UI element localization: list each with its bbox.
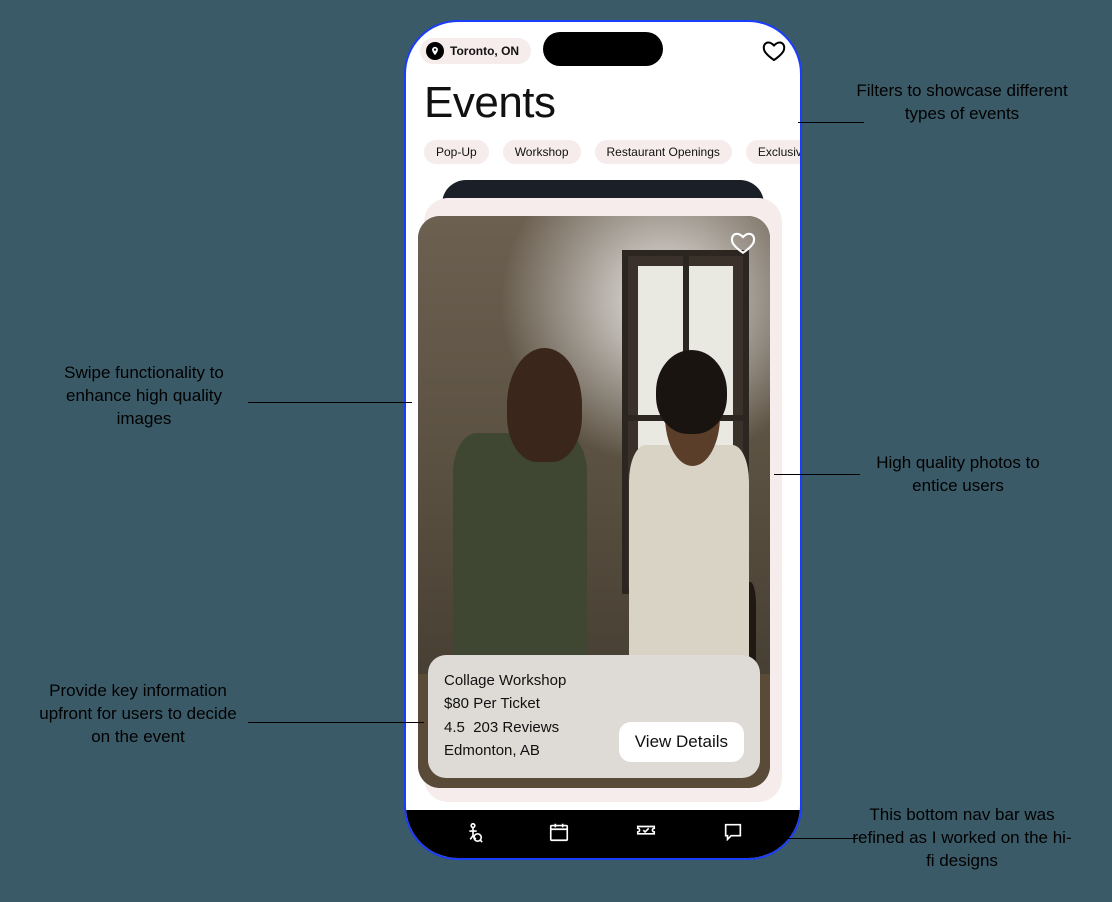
filter-chip[interactable]: Restaurant Openings	[595, 140, 732, 164]
event-info-panel: Collage Workshop $80 Per Ticket 4.5 203 …	[428, 655, 760, 778]
event-location: Edmonton, AB	[444, 739, 566, 762]
event-reviews: 203 Reviews	[473, 719, 559, 736]
filter-row[interactable]: Pop-Up Workshop Restaurant Openings Excl…	[424, 140, 800, 164]
nav-ticket-icon[interactable]	[634, 821, 658, 848]
annotation-line	[774, 474, 860, 475]
phone-frame: Toronto, ON Events Pop-Up Workshop Resta…	[404, 20, 802, 860]
notch	[543, 32, 663, 66]
page-title: Events	[424, 78, 556, 128]
filter-chip[interactable]: Workshop	[503, 140, 581, 164]
annotation-line	[798, 122, 864, 123]
event-card[interactable]: Collage Workshop $80 Per Ticket 4.5 203 …	[418, 216, 770, 788]
filter-chip[interactable]: Exclusive S	[746, 140, 800, 164]
annotation-line	[248, 722, 424, 723]
nav-calendar-icon[interactable]	[548, 821, 570, 848]
card-favorite-icon[interactable]	[730, 230, 756, 261]
annotation-line	[772, 838, 858, 839]
card-stack: Collage Workshop $80 Per Ticket 4.5 203 …	[418, 180, 788, 796]
nav-explore-icon[interactable]	[462, 821, 484, 848]
event-title: Collage Workshop	[444, 669, 566, 692]
event-price: $80 Per Ticket	[444, 692, 566, 715]
view-details-button[interactable]: View Details	[619, 722, 744, 762]
annotation-nav: This bottom nav bar was refined as I wor…	[852, 804, 1072, 873]
annotation-swipe: Swipe functionality to enhance high qual…	[44, 362, 244, 431]
filter-chip[interactable]: Pop-Up	[424, 140, 489, 164]
favorites-icon[interactable]	[762, 39, 786, 63]
location-text: Toronto, ON	[450, 44, 519, 58]
event-rating: 4.5	[444, 719, 465, 736]
bottom-nav	[406, 810, 800, 858]
annotation-line	[248, 402, 412, 403]
location-pin-icon	[426, 42, 444, 60]
location-pill[interactable]: Toronto, ON	[420, 38, 531, 64]
annotation-photos: High quality photos to entice users	[858, 452, 1058, 498]
nav-comment-icon[interactable]	[722, 821, 744, 848]
annotation-filters: Filters to showcase different types of e…	[852, 80, 1072, 126]
annotation-info: Provide key information upfront for user…	[28, 680, 248, 749]
